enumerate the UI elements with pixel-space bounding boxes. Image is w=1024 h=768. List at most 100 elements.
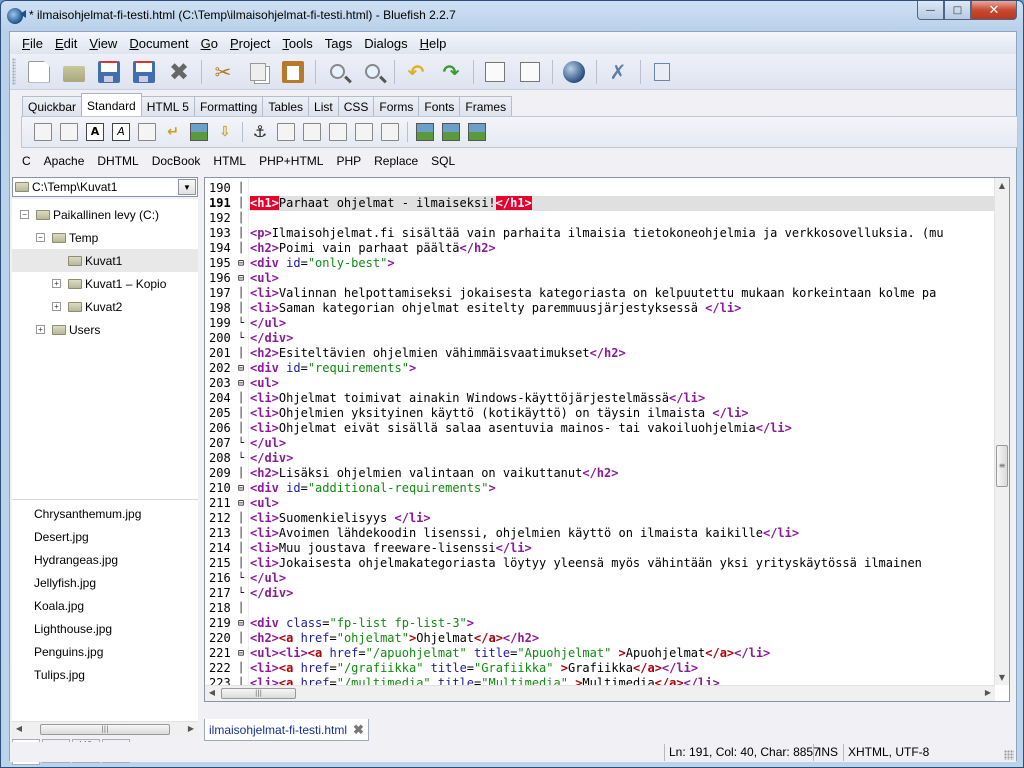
comment-icon[interactable] (355, 123, 373, 141)
scroll-up-icon[interactable]: ▲ (995, 181, 1009, 190)
horizontal-scrollbar-thumb[interactable]: ||| (221, 688, 296, 699)
multi-thumbnail-icon[interactable] (468, 123, 486, 141)
quickstart-icon[interactable] (34, 123, 52, 141)
fold-toggle-icon[interactable]: ⊟ (238, 646, 244, 661)
collapse-icon[interactable]: − (20, 210, 29, 219)
fullscreen-button[interactable] (647, 58, 677, 86)
preview-in-browser-button[interactable] (559, 58, 589, 86)
file-list-item[interactable]: Chrysanthemum.jpg (34, 503, 141, 526)
copy-button[interactable] (243, 58, 273, 86)
code-line[interactable]: </ul> (250, 316, 994, 331)
tree-item[interactable]: − Temp (12, 226, 198, 249)
code-line[interactable]: <li>Muu joustava freeware-lisenssi</li> (250, 541, 994, 556)
tree-item[interactable]: + Users (12, 318, 198, 341)
code-text-area[interactable]: <h1>Parhaat ohjelmat - ilmaiseksi!</h1> <… (250, 178, 994, 685)
fold-toggle-icon[interactable]: ⊟ (238, 361, 244, 376)
paste-button[interactable] (278, 58, 308, 86)
chevron-down-icon[interactable]: ▼ (178, 179, 196, 195)
code-line[interactable]: <div class="fp-list fp-list-3"> (250, 616, 994, 631)
cut-button[interactable]: ✂ (208, 58, 238, 86)
code-line[interactable]: <li>Ohjelmien yksityinen käyttö (kotikäy… (250, 406, 994, 421)
scroll-right-icon[interactable]: ▶ (981, 688, 995, 697)
toolbar-grip[interactable] (12, 58, 16, 85)
tab-tables[interactable]: Tables (262, 96, 310, 117)
code-line[interactable]: <li>Suomenkielisyys </li> (250, 511, 994, 526)
file-list-item[interactable]: Lighthouse.jpg (34, 618, 112, 641)
tab-html-5[interactable]: HTML 5 (140, 96, 195, 117)
language-menu-dhtml[interactable]: DHTML (97, 154, 138, 168)
preferences-button[interactable]: ✗ (603, 58, 633, 86)
editor-horizontal-scrollbar[interactable]: ◀ ||| ▶ (205, 685, 995, 701)
code-line[interactable]: <li>Valinnan helpottamiseksi jokaisesta … (250, 286, 994, 301)
code-line[interactable]: <ul> (250, 496, 994, 511)
close-document-button[interactable]: ✖ (164, 58, 194, 86)
document-tab[interactable]: ilmaisohjelmat-fi-testi.html ✖ (204, 719, 369, 741)
document-encoding[interactable]: XHTML, UTF-8 (843, 744, 1003, 761)
code-line[interactable]: <h2>Esiteltävien ohjelmien vähimmäisvaat… (250, 346, 994, 361)
file-list-horizontal-scrollbar[interactable]: ◀ ||| ▶ (12, 721, 198, 737)
menu-tools[interactable]: Tools (276, 36, 318, 51)
tree-item[interactable]: + Kuvat2 (12, 295, 198, 318)
code-line[interactable]: <li>Ohjelmat toimivat ainakin Windows-kä… (250, 391, 994, 406)
anchor-icon[interactable]: ⚓ (251, 123, 269, 141)
code-line[interactable]: <h1>Parhaat ohjelmat - ilmaiseksi!</h1> (250, 196, 994, 211)
save-as-button[interactable] (129, 58, 159, 86)
break-icon[interactable]: ↵ (164, 123, 182, 141)
fold-toggle-icon[interactable]: ⊟ (238, 376, 244, 391)
right-justify-icon[interactable] (277, 123, 295, 141)
tree-item[interactable]: Kuvat1 (12, 249, 198, 272)
menu-go[interactable]: Go (195, 36, 224, 51)
code-line[interactable]: <ul> (250, 271, 994, 286)
non-breaking-space-icon[interactable]: ⇩ (216, 123, 234, 141)
title-bar[interactable]: * ilmaisohjelmat-fi-testi.html (C:\Temp\… (1, 1, 1023, 31)
scroll-left-icon[interactable]: ◀ (205, 688, 219, 697)
code-line[interactable]: <li><a href="/multimedia" title="Multime… (250, 676, 994, 685)
language-menu-sql[interactable]: SQL (431, 154, 455, 168)
minimize-button[interactable]: — (917, 1, 944, 20)
close-window-button[interactable]: ✕ (971, 1, 1017, 20)
code-line[interactable]: </div> (250, 331, 994, 346)
break-clear-all-icon[interactable] (190, 123, 208, 141)
code-line[interactable] (250, 181, 994, 196)
code-line[interactable]: <li>Avoimen lähdekoodin lisenssi, ohjelm… (250, 526, 994, 541)
insert-thumbnail-icon[interactable] (442, 123, 460, 141)
expand-icon[interactable]: + (52, 302, 61, 311)
insert-mode[interactable]: INS (813, 744, 842, 761)
tree-item[interactable]: − Paikallinen levy (C:) (12, 203, 198, 226)
code-line[interactable]: <ul> (250, 376, 994, 391)
body-icon[interactable] (60, 123, 78, 141)
bluefish-app-icon[interactable] (7, 8, 23, 24)
menu-project[interactable]: Project (224, 36, 276, 51)
file-list-item[interactable]: Desert.jpg (34, 526, 89, 549)
code-line[interactable]: <li>Ohjelmat eivät sisällä salaa asentuv… (250, 421, 994, 436)
unindent-button[interactable] (480, 58, 510, 86)
code-line[interactable]: <li>Jokaisesta ohjelmakategoriasta löyty… (250, 556, 994, 571)
tab-quickbar[interactable]: Quickbar (22, 96, 83, 117)
menu-dialogs[interactable]: Dialogs (358, 36, 413, 51)
fold-toggle-icon[interactable]: ⊟ (238, 616, 244, 631)
code-line[interactable]: </div> (250, 451, 994, 466)
code-line[interactable] (250, 211, 994, 226)
undo-button[interactable]: ↶ (401, 58, 431, 86)
bold-icon[interactable]: A (86, 123, 104, 141)
code-line[interactable]: <div id="requirements"> (250, 361, 994, 376)
tab-frames[interactable]: Frames (459, 96, 513, 117)
fold-toggle-icon[interactable]: ⊟ (238, 481, 244, 496)
code-line[interactable]: <li>Saman kategorian ohjelmat esitelty p… (250, 301, 994, 316)
fold-toggle-icon[interactable]: ⊟ (238, 496, 244, 511)
file-list-item[interactable]: Koala.jpg (34, 595, 84, 618)
tree-item[interactable]: + Kuvat1 – Kopio (12, 272, 198, 295)
vertical-scrollbar-thumb[interactable]: ≡ (996, 445, 1008, 487)
path-combobox[interactable]: C:\Temp\Kuvat1 ▼ (12, 177, 198, 197)
expand-icon[interactable]: + (36, 325, 45, 334)
tab-fonts[interactable]: Fonts (418, 96, 461, 117)
code-line[interactable]: <div id="additional-requirements"> (250, 481, 994, 496)
find-button[interactable] (322, 58, 352, 86)
insert-image-icon[interactable] (416, 123, 434, 141)
fold-toggle-icon[interactable]: ⊟ (238, 271, 244, 286)
menu-view[interactable]: View (83, 36, 123, 51)
menu-tags[interactable]: Tags (319, 36, 358, 51)
expand-icon[interactable]: + (52, 279, 61, 288)
menu-help[interactable]: Help (414, 36, 453, 51)
scroll-left-icon[interactable]: ◀ (12, 724, 26, 733)
